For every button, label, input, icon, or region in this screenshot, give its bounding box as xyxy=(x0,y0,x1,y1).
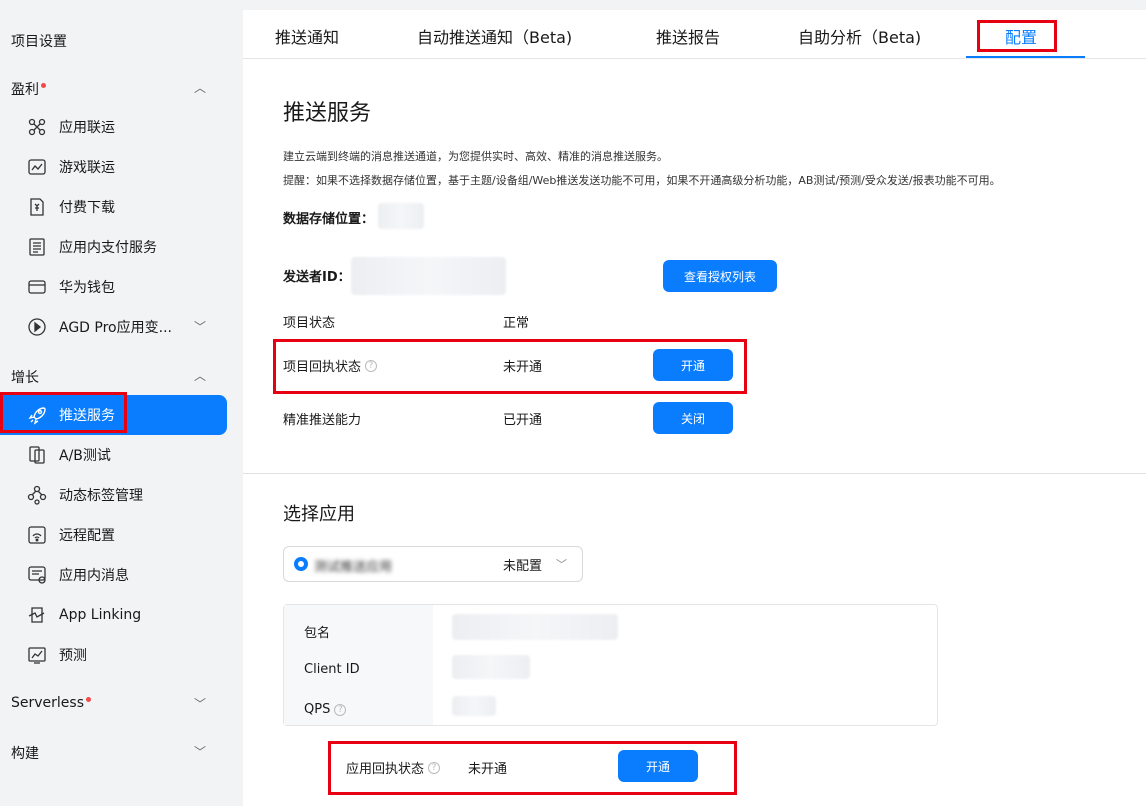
prediction-icon xyxy=(26,644,48,666)
close-precise-push-button[interactable]: 关闭 xyxy=(653,402,733,434)
sidebar-item-label: 游戏联运 xyxy=(59,160,115,176)
app-linking-icon xyxy=(26,604,48,626)
chevron-up-icon[interactable]: ︿ xyxy=(193,81,207,95)
chevron-down-icon: ﹀ xyxy=(556,558,567,571)
selected-app-status: 未配置 xyxy=(503,558,543,574)
highlight-box xyxy=(273,339,747,394)
tab-auto-push[interactable]: 自动推送通知（Beta) xyxy=(417,24,572,48)
push-description: 建立云端到终端的消息推送通道，为您提供实时、高效、精准的消息推送服务。 xyxy=(283,150,668,163)
sidebar-item-wallet[interactable]: 华为钱包 xyxy=(0,267,227,307)
remote-config-icon xyxy=(26,524,48,546)
sidebar-item-label: App Linking xyxy=(59,607,142,623)
chevron-up-icon[interactable]: ︿ xyxy=(193,369,207,383)
project-status-label: 项目状态 xyxy=(283,316,336,331)
sidebar-item-in-app-message[interactable]: 应用内消息 xyxy=(0,555,227,595)
sidebar-item-label: A/B测试 xyxy=(59,448,111,464)
new-dot-icon xyxy=(86,696,92,702)
sidebar-item-remote-config[interactable]: 远程配置 xyxy=(0,515,227,555)
precise-push-label: 精准推送能力 xyxy=(283,413,362,428)
in-app-message-icon xyxy=(26,564,48,586)
group-monetize-label: 盈利 xyxy=(11,82,39,98)
chevron-down-icon[interactable]: ﹀ xyxy=(193,745,207,759)
sender-id-value xyxy=(351,257,506,295)
highlight-box xyxy=(0,392,127,433)
group-growth-label: 增长 xyxy=(11,370,39,386)
sidebar-item-label: 华为钱包 xyxy=(59,280,115,296)
app-info-box: 包名 Client ID QPS? xyxy=(283,604,938,726)
client-id-value xyxy=(452,655,530,679)
storage-location-value xyxy=(378,203,424,229)
tab-push-notification[interactable]: 推送通知 xyxy=(275,24,339,48)
app-joint-operation-icon xyxy=(26,116,48,138)
sidebar-item-label: AGD Pro应用变... xyxy=(59,320,172,336)
highlight-box xyxy=(328,741,737,795)
tab-push-report[interactable]: 推送报告 xyxy=(656,24,720,48)
chevron-down-icon[interactable]: ﹀ xyxy=(193,697,207,711)
sidebar-item-label: 应用联运 xyxy=(59,120,115,136)
group-build[interactable]: 构建 xyxy=(11,743,39,763)
project-status-value: 正常 xyxy=(503,316,530,331)
sidebar-item-label: 应用内消息 xyxy=(59,568,129,584)
client-id-label: Client ID xyxy=(304,662,360,677)
qps-label: QPS? xyxy=(304,702,347,717)
storage-location-label: 数据存储位置： xyxy=(283,212,375,227)
section-divider xyxy=(243,473,1146,474)
sidebar-item-label: 应用内支付服务 xyxy=(59,240,157,256)
sidebar-item-app-linking[interactable]: App Linking xyxy=(0,595,227,635)
dynamic-tag-icon xyxy=(26,484,48,506)
sidebar-item-label: 付费下载 xyxy=(59,200,115,216)
sidebar-item-prediction[interactable]: 预测 xyxy=(0,635,227,675)
in-app-purchase-icon xyxy=(26,236,48,258)
android-icon xyxy=(294,557,308,571)
sidebar-item-label: 动态标签管理 xyxy=(59,488,143,504)
help-icon[interactable]: ? xyxy=(334,703,347,716)
chevron-down-icon[interactable]: ﹀ xyxy=(193,320,207,334)
play-circle-icon xyxy=(26,316,48,338)
sidebar-item-dynamic-tag[interactable]: 动态标签管理 xyxy=(0,475,227,515)
active-tab-indicator xyxy=(966,56,1085,58)
precise-push-value: 已开通 xyxy=(503,413,543,428)
project-settings-link[interactable]: 项目设置 xyxy=(11,31,67,51)
view-auth-list-button[interactable]: 查看授权列表 xyxy=(663,260,777,292)
sidebar-item-paid-download[interactable]: 付费下载 xyxy=(0,187,227,227)
tab-self-analysis[interactable]: 自助分析（Beta) xyxy=(798,24,921,48)
group-build-label: 构建 xyxy=(11,746,39,762)
sidebar-item-ab-test[interactable]: A/B测试 xyxy=(0,435,227,475)
group-serverless[interactable]: Serverless xyxy=(11,695,92,711)
sidebar-item-game-joint[interactable]: 游戏联运 xyxy=(0,147,227,187)
page-title: 推送服务 xyxy=(283,101,372,126)
selected-app-name: 测试推送应用 xyxy=(314,560,393,572)
paid-download-icon xyxy=(26,196,48,218)
group-serverless-label: Serverless xyxy=(11,695,85,711)
sidebar-item-app-joint[interactable]: 应用联运 xyxy=(0,107,227,147)
highlight-box xyxy=(977,20,1057,52)
new-dot-icon xyxy=(41,82,46,88)
sender-id-label: 发送者ID： xyxy=(283,270,351,285)
sidebar-item-label: 预测 xyxy=(59,648,87,664)
ab-test-icon xyxy=(26,444,48,466)
package-name-label: 包名 xyxy=(304,626,331,641)
package-name-value xyxy=(452,614,618,640)
sidebar-item-iap[interactable]: 应用内支付服务 xyxy=(0,227,227,267)
game-joint-operation-icon xyxy=(26,156,48,178)
select-app-title: 选择应用 xyxy=(283,504,355,525)
sidebar-item-label: 远程配置 xyxy=(59,528,115,544)
group-growth[interactable]: 增长 xyxy=(11,367,39,387)
push-reminder: 提醒：如果不选择数据存储位置，基于主题/设备组/Web推送发送功能不可用，如果不… xyxy=(283,174,1001,187)
group-monetize[interactable]: 盈利 xyxy=(11,79,46,99)
qps-value xyxy=(452,696,496,716)
app-select-dropdown[interactable]: 测试推送应用 未配置 ﹀ xyxy=(283,546,583,582)
main-panel: 推送通知 自动推送通知（Beta) 推送报告 自助分析（Beta) 配置 推送服… xyxy=(243,10,1146,806)
wallet-icon xyxy=(26,276,48,298)
